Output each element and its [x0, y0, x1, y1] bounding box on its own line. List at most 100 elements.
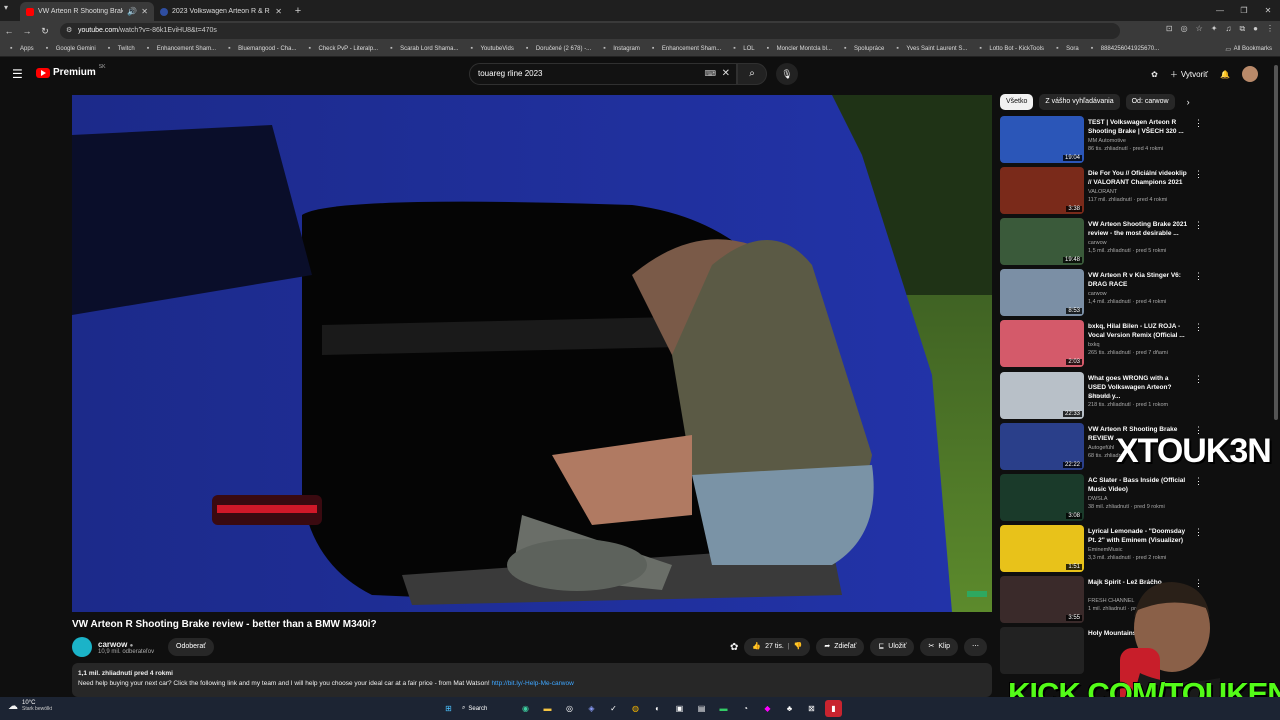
media-icon[interactable]: ♫ [1225, 24, 1231, 34]
notifications-bell-icon[interactable]: 🔔 [1220, 70, 1230, 79]
browser-tab-active[interactable]: VW Arteon R Shooting Brak 🔊 ✕ [20, 2, 154, 21]
recommended-video[interactable]: 3:38 Die For You // Oficiální videoklip /… [1000, 167, 1203, 216]
new-tab-button[interactable]: + [288, 2, 308, 21]
video-thumbnail[interactable]: 3:08 [1000, 474, 1084, 521]
profile-icon[interactable]: ● [1253, 24, 1258, 34]
clear-search-icon[interactable]: ✕ [722, 64, 730, 84]
recommended-title[interactable]: VW Arteon Shooting Brake 2021 review - t… [1088, 220, 1188, 238]
app-icon[interactable]: ⊠ [803, 700, 820, 717]
recommended-video[interactable]: 8:53 VW Arteon R v Kia Stinger V6: DRAG R… [1000, 269, 1203, 318]
video-description[interactable]: 1,1 mil. zhliadnutí pred 4 rokmi Need he… [72, 663, 992, 697]
close-tab-icon[interactable]: ✕ [141, 7, 148, 16]
windows-start-icon[interactable]: ⊞ [440, 700, 457, 717]
minimize-icon[interactable]: — [1208, 0, 1232, 21]
recommended-video[interactable]: 3:08 AC Slater - Bass Inside (Official Mu… [1000, 474, 1203, 523]
bookmark-item[interactable]: ▪ Moncler Montcla bl... [761, 41, 838, 57]
bookmark-item[interactable]: ▪ Doručené (2 678) -... [520, 41, 597, 57]
recommended-title[interactable]: AC Slater - Bass Inside (Official Music … [1088, 476, 1188, 494]
app-icon[interactable]: ▬ [715, 700, 732, 717]
bookmark-item[interactable]: ▪ Instagram [597, 41, 646, 57]
channel-avatar[interactable] [72, 637, 92, 657]
app-icon[interactable]: ▣ [671, 700, 688, 717]
tab-search-icon[interactable]: ▾ [4, 3, 8, 12]
bookmark-item[interactable]: ▪ Bluemangood - Cha... [222, 41, 302, 57]
search-button[interactable]: ⌕ [737, 63, 767, 85]
recommended-channel[interactable]: carwow [1088, 240, 1107, 246]
more-options-icon[interactable]: ⋮ [1194, 271, 1203, 282]
site-info-icon[interactable]: ⚙ [66, 23, 72, 39]
app-icon[interactable]: ♣ [781, 700, 798, 717]
ask-gemini-icon[interactable]: ✿ [730, 642, 738, 653]
subscribe-button[interactable]: Odoberať [168, 638, 214, 656]
bookmark-item[interactable]: ▪ Sora [1050, 41, 1085, 57]
bookmark-item[interactable]: ▪ Check PvP - Literalp... [302, 41, 384, 57]
thumbs-down-icon[interactable]: 👎 [794, 638, 803, 656]
search-input[interactable]: touareg rline 2023 ⌨ ✕ [469, 63, 737, 85]
chip-from-search[interactable]: Z vášho vyhľadávania [1039, 94, 1120, 110]
recommended-channel[interactable]: carwow [1088, 291, 1107, 297]
bookmark-item[interactable]: ▪ Google Gemini [40, 41, 102, 57]
share-button[interactable]: ➦ Zdieľať [816, 638, 865, 656]
edge-icon[interactable]: ◉ [517, 700, 534, 717]
recommended-channel[interactable]: MM Automotive [1088, 138, 1126, 144]
all-bookmarks[interactable]: ▭ All Bookmarks [1225, 41, 1272, 57]
hamburger-menu-icon[interactable]: ☰ [12, 67, 23, 81]
recommended-title[interactable]: Lyrical Lemonade - "Doomsday Pt. 2" with… [1088, 527, 1188, 545]
more-options-icon[interactable]: ⋮ [1194, 220, 1203, 231]
eye-off-icon[interactable]: ◎ [1181, 24, 1188, 34]
cast-icon[interactable]: ✿ [1151, 70, 1158, 79]
bookmark-item[interactable]: ▪ YoutubeVids [464, 41, 519, 57]
obs-icon[interactable]: ◔ [737, 700, 754, 717]
video-thumbnail[interactable] [1000, 627, 1084, 674]
recommended-channel[interactable]: bxkq [1088, 342, 1100, 348]
more-options-icon[interactable]: ⋮ [1194, 527, 1203, 538]
maximize-icon[interactable]: ❐ [1232, 0, 1256, 21]
app-icon[interactable]: ◐ [649, 700, 666, 717]
more-options-icon[interactable]: ⋮ [1194, 322, 1203, 333]
bookmark-item[interactable]: ▪ Spolupráce [838, 41, 890, 57]
video-thumbnail[interactable]: 22:22 [1000, 423, 1084, 470]
channel-info[interactable]: carwow ● 10,9 mil. odberateľov [72, 637, 154, 657]
more-actions-button[interactable]: ⋯ [964, 638, 988, 656]
video-thumbnail[interactable]: 22:33 [1000, 372, 1084, 419]
taskbar-search[interactable]: ⌕ Search [462, 700, 512, 717]
recommended-title[interactable]: VW Arteon R v Kia Stinger V6: DRAG RACE [1088, 271, 1188, 289]
star-icon[interactable]: ☆ [1196, 24, 1203, 34]
bookmark-item[interactable]: ▪ Scarab Lord Shama... [384, 41, 464, 57]
more-options-icon[interactable]: ⋮ [1194, 374, 1203, 385]
more-options-icon[interactable]: ⋮ [1194, 118, 1203, 129]
chip-all[interactable]: Všetko [1000, 94, 1034, 110]
close-tab-icon[interactable]: ✕ [275, 7, 282, 16]
forward-icon[interactable]: → [18, 26, 36, 36]
bookmark-item[interactable]: ▪ Twitch [102, 41, 141, 57]
reload-icon[interactable]: ↻ [36, 26, 54, 37]
recommended-channel[interactable]: DWSLA [1088, 496, 1108, 502]
url-input[interactable]: ⚙ youtube.com/watch?v=-86k1EviHU8&t=470s [60, 23, 1120, 39]
recommended-title[interactable]: TEST | Volkswagen Arteon R Shooting Brak… [1088, 118, 1188, 136]
voice-search-button[interactable]: 🎙 [776, 63, 798, 85]
app-icon[interactable]: ▤ [693, 700, 710, 717]
file-explorer-icon[interactable]: ▬ [539, 700, 556, 717]
bookmark-item[interactable]: ▪ Apps [4, 41, 40, 57]
weather-widget[interactable]: ☁ 10°C Stark bewölkt [8, 700, 52, 712]
more-options-icon[interactable]: ⋮ [1194, 169, 1203, 180]
extensions-puzzle-icon[interactable]: ⧉ [1239, 24, 1245, 34]
recommended-video[interactable]: 1:51 Lyrical Lemonade - "Doomsday Pt. 2" … [1000, 525, 1203, 574]
recommended-video[interactable]: 2:03 bxkq, Hilal Bilen - LUZ ROJA - Vocal… [1000, 320, 1203, 369]
video-player[interactable] [72, 95, 992, 612]
chrome-icon[interactable]: ◍ [627, 700, 644, 717]
discord-icon[interactable]: ◈ [583, 700, 600, 717]
bookmark-item[interactable]: ▪ Enhancement Sham... [141, 41, 222, 57]
like-button[interactable]: 👍 27 tis. | 👎 [744, 638, 811, 656]
video-thumbnail[interactable]: 19:48 [1000, 218, 1084, 265]
description-link[interactable]: http://bit.ly/-Help-Me-carwow [491, 680, 573, 687]
app-icon[interactable]: ▮ [825, 700, 842, 717]
chevron-right-icon[interactable]: › [1187, 97, 1190, 107]
video-thumbnail[interactable]: 8:53 [1000, 269, 1084, 316]
extension-icon[interactable]: ✦ [1211, 24, 1218, 34]
audio-icon[interactable]: 🔊 [127, 7, 137, 16]
channel-name[interactable]: carwow [98, 640, 127, 649]
install-icon[interactable]: ⊡ [1166, 24, 1173, 34]
recommended-channel[interactable]: Autogefühl [1088, 445, 1114, 451]
recommended-video[interactable]: 22:33 What goes WRONG with a USED Volkswa… [1000, 372, 1203, 421]
